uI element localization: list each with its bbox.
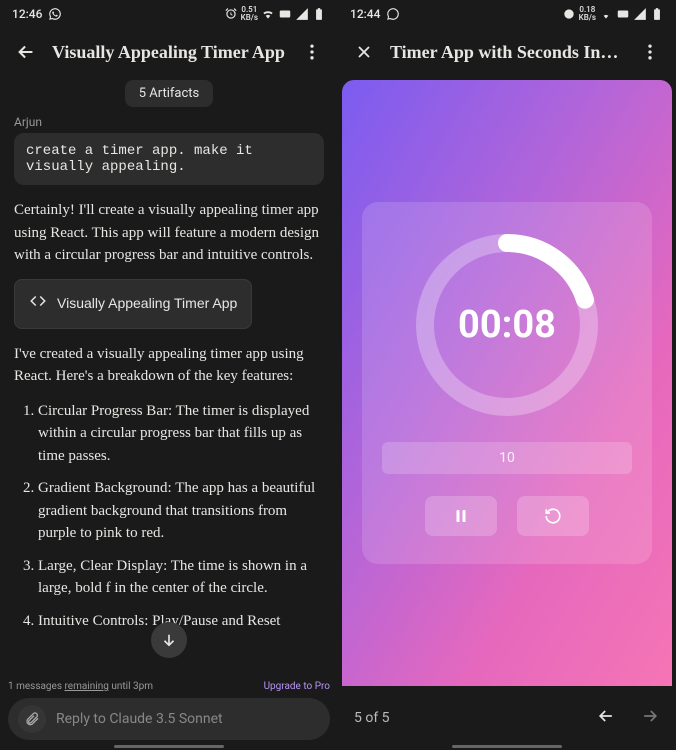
assistant-response: Certainly! I'll create a visually appeal… bbox=[0, 199, 338, 750]
nav-indicator bbox=[452, 745, 562, 748]
feature-item: Circular Progress Bar: The timer is disp… bbox=[38, 400, 324, 468]
timer-display: 00:08 bbox=[412, 230, 602, 420]
battery-icon bbox=[650, 7, 664, 21]
volte-icon bbox=[278, 7, 292, 21]
upgrade-link[interactable]: Upgrade to Pro bbox=[264, 681, 330, 692]
code-icon bbox=[29, 292, 47, 316]
status-bar: 12:44 0.18KB/s bbox=[338, 0, 676, 28]
more-icon[interactable] bbox=[300, 40, 324, 64]
page-indicator: 5 of 5 bbox=[354, 710, 390, 726]
chat-screen: 12:46 0.51KB/s Visually Appealing Timer … bbox=[0, 0, 338, 750]
status-bar: 12:46 0.51KB/s bbox=[0, 0, 338, 28]
status-time: 12:46 bbox=[12, 7, 42, 21]
app-bar: Visually Appealing Timer App bbox=[0, 28, 338, 76]
artifact-title: Timer App with Seconds Input and Fi… bbox=[390, 42, 624, 63]
artifact-card[interactable]: Visually Appealing Timer App bbox=[14, 279, 252, 329]
attach-icon[interactable] bbox=[18, 705, 46, 733]
user-name: Arjun bbox=[0, 115, 338, 129]
wifi-icon bbox=[261, 7, 275, 21]
more-icon[interactable] bbox=[638, 40, 662, 64]
data-speed: 0.51KB/s bbox=[241, 6, 258, 22]
feature-item: Large, Clear Display: The time is shown … bbox=[38, 555, 324, 600]
nav-indicator bbox=[114, 745, 224, 748]
usage-footer: 1 messages remaining until 3pm Upgrade t… bbox=[0, 681, 338, 696]
reply-input[interactable]: Reply to Claude 3.5 Sonnet bbox=[8, 698, 330, 740]
data-speed: 0.18KB/s bbox=[579, 6, 596, 22]
volte-icon bbox=[616, 7, 630, 21]
feature-item: Gradient Background: The app has a beaut… bbox=[38, 477, 324, 545]
whatsapp-icon bbox=[48, 7, 62, 21]
battery-icon bbox=[312, 7, 326, 21]
next-button[interactable] bbox=[640, 706, 660, 730]
page-title: Visually Appealing Timer App bbox=[52, 42, 286, 63]
reply-placeholder: Reply to Claude 3.5 Sonnet bbox=[56, 711, 320, 727]
signal-icon bbox=[295, 7, 309, 21]
artifact-footer: 5 of 5 bbox=[338, 686, 676, 750]
artifact-screen: 12:44 0.18KB/s Timer App with Seconds In… bbox=[338, 0, 676, 750]
messages-remaining: 1 messages remaining until 3pm bbox=[8, 681, 153, 692]
status-time: 12:44 bbox=[350, 7, 380, 21]
artifact-title: Visually Appealing Timer App bbox=[57, 293, 237, 314]
whatsapp-icon bbox=[386, 7, 400, 21]
back-icon[interactable] bbox=[14, 40, 38, 64]
timer-panel: 00:08 10 bbox=[362, 202, 652, 564]
artifact-preview: 00:08 10 bbox=[342, 80, 672, 686]
signal-icon bbox=[633, 7, 647, 21]
intro-text: Certainly! I'll create a visually appeal… bbox=[14, 199, 324, 267]
reset-button[interactable] bbox=[517, 496, 589, 536]
progress-ring: 00:08 bbox=[412, 230, 602, 420]
artifacts-badge[interactable]: 5 Artifacts bbox=[125, 80, 214, 107]
alarm-icon bbox=[562, 7, 576, 21]
scroll-down-button[interactable] bbox=[151, 622, 187, 658]
pause-button[interactable] bbox=[425, 496, 497, 536]
close-icon[interactable] bbox=[352, 40, 376, 64]
user-message: create a timer app. make it visually app… bbox=[14, 133, 324, 185]
wifi-icon bbox=[599, 7, 613, 21]
seconds-input[interactable]: 10 bbox=[382, 442, 632, 474]
breakdown-intro: I've created a visually appealing timer … bbox=[14, 343, 324, 388]
prev-button[interactable] bbox=[596, 706, 616, 730]
alarm-icon bbox=[224, 7, 238, 21]
app-bar: Timer App with Seconds Input and Fi… bbox=[338, 28, 676, 76]
